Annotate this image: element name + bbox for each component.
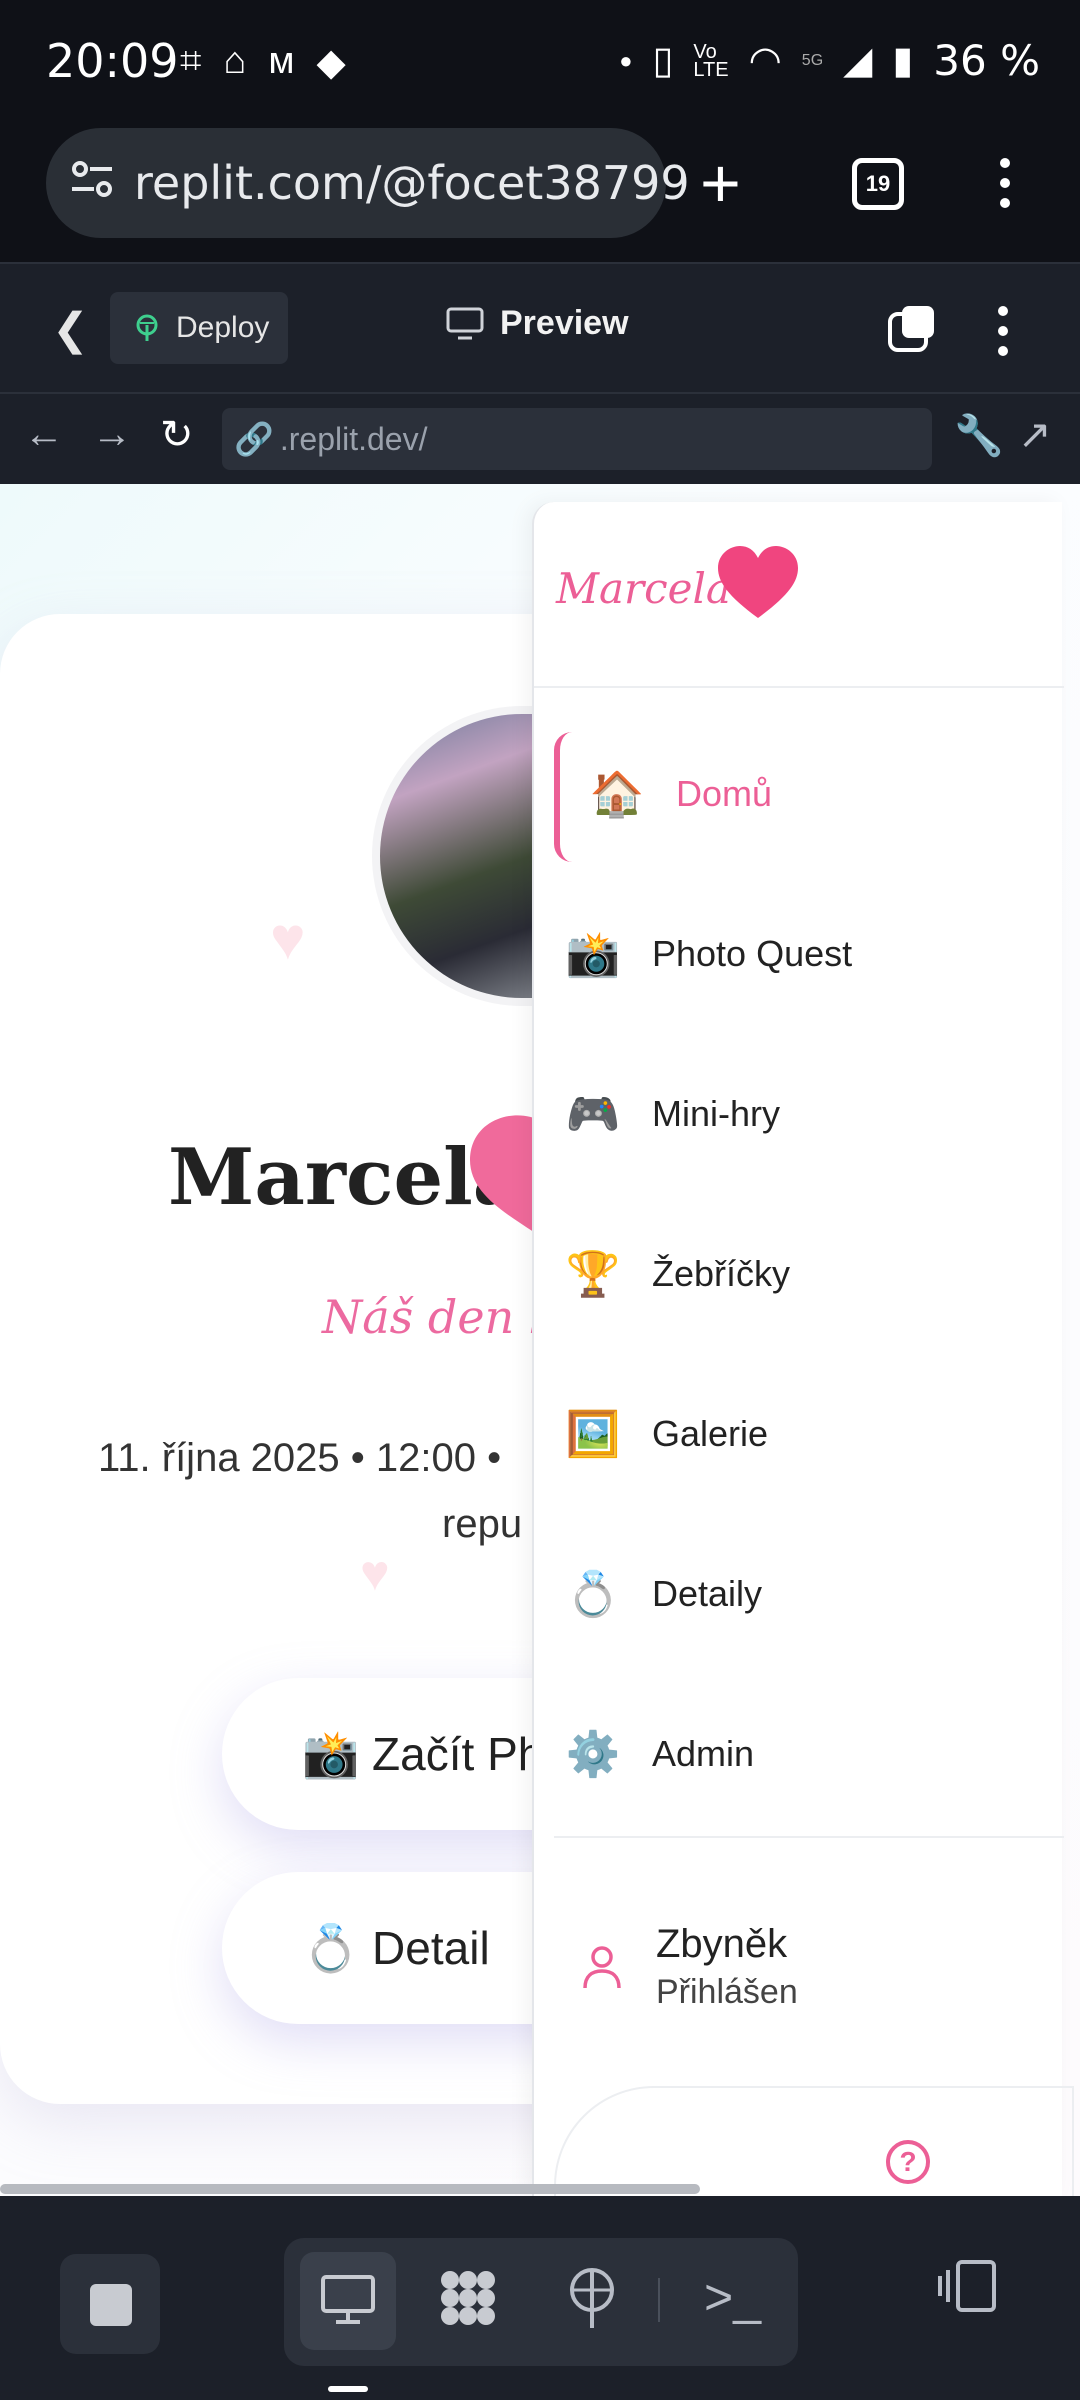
url-text: replit.com/@focet38799 [134, 156, 690, 210]
monitor-icon [321, 2275, 375, 2324]
wifi-icon: ◠ [748, 40, 782, 82]
menu-item-label: Žebříčky [652, 1253, 791, 1294]
tool-divider [658, 2278, 660, 2322]
framed-picture-icon: 🖼️ [565, 1410, 621, 1459]
menu-header: Marcela [534, 502, 1064, 688]
deploy-button[interactable]: Deploy [110, 292, 288, 364]
side-menu: Marcela 🏠 Domů 📸 Photo Quest 🎮 Mini-hry … [532, 502, 1074, 2196]
monitor-icon [446, 307, 484, 339]
menu-item-label: Detaily [652, 1573, 763, 1614]
user-icon [583, 1946, 621, 1989]
preview-tab[interactable]: Preview [446, 304, 629, 343]
shell-icon[interactable]: >_ [704, 2268, 761, 2326]
menu-item-label: Mini-hry [652, 1093, 781, 1134]
menu-item-label: Galerie [652, 1413, 769, 1454]
webview-nav-bar: ← → ↻ 🔗 .replit.dev/ 🔧 ↗ [0, 392, 1080, 484]
deploy-icon[interactable] [564, 2266, 620, 2342]
user-name: Zbyněk [656, 1922, 788, 1966]
network-type: 5G [801, 51, 824, 69]
site-settings-icon[interactable] [68, 155, 116, 211]
replit-bottom-dock: >_ [0, 2196, 1080, 2400]
menu-item-gallery[interactable]: 🖼️ Galerie [564, 1374, 1034, 1494]
panel-layout-icon[interactable] [938, 2258, 998, 2326]
help-icon[interactable]: ? [886, 2140, 930, 2184]
heart-icon [718, 546, 798, 618]
stop-button[interactable] [60, 2254, 160, 2354]
faded-heart-decoration: ♥ [360, 1545, 390, 1601]
reload-icon[interactable]: ↻ [160, 412, 194, 458]
horizontal-scrollbar[interactable] [0, 2184, 700, 2194]
ring-icon: 💍 [565, 1570, 621, 1619]
nav-back-icon[interactable]: ← [24, 412, 64, 457]
app-notification-icon: ◆ [316, 42, 346, 84]
status-bar: 20:09 ⌗ ⌂ ᴍ ◆ ● ▯ Vo LTE ◠ 5G ◢ ▮ 36 % [0, 0, 1080, 128]
browser-menu-icon[interactable] [1000, 158, 1010, 208]
menu-item-details[interactable]: 💍 Detaily [564, 1534, 1034, 1654]
desktop-preview-button[interactable] [300, 2252, 396, 2350]
battery-icon: ▮ [892, 40, 914, 82]
home-indicator[interactable] [328, 2386, 368, 2392]
nav-forward-icon[interactable]: → [92, 412, 132, 457]
gamepad-icon: 🎮 [565, 1090, 621, 1139]
webview-content: ♥ ♥ Marcela Náš den lás 11. října 2025 •… [0, 484, 1080, 2196]
layers-icon[interactable] [888, 304, 938, 354]
dot-icon: ● [619, 47, 633, 73]
active-indicator [554, 732, 572, 862]
notification-icons: ⌗ ⌂ ᴍ ◆ [180, 40, 346, 85]
link-icon: 🔗 [234, 421, 274, 457]
menu-item-admin[interactable]: ⚙️ Admin [564, 1694, 1034, 1814]
signal-icon: ◢ [843, 40, 873, 82]
replit-menu-icon[interactable] [998, 306, 1008, 356]
menu-item-label: Photo Quest [652, 933, 853, 974]
battery-percent: 36 % [933, 36, 1040, 85]
replit-toolbar: ❮ Deploy Preview [0, 262, 1080, 392]
deploy-icon [136, 314, 158, 341]
url-bar[interactable]: replit.com/@focet38799 [46, 128, 690, 238]
menu-item-mini-games[interactable]: 🎮 Mini-hry [564, 1054, 1034, 1174]
deploy-label: Deploy [176, 311, 270, 344]
house-icon: 🏠 [589, 770, 645, 819]
trophy-icon: 🏆 [565, 1250, 621, 1299]
devtools-wrench-icon[interactable]: 🔧 [954, 412, 1004, 459]
menu-item-photo-quest[interactable]: 📸 Photo Quest [564, 894, 1034, 1014]
webview-address-field[interactable]: 🔗 .replit.dev/ [222, 408, 932, 470]
new-tab-icon[interactable]: + [700, 138, 741, 228]
menu-item-home[interactable]: 🏠 Domů [588, 734, 1058, 854]
browser-toolbar: replit.com/@focet38799 + 19 [0, 128, 1080, 262]
vibrate-icon: ▯ [652, 40, 674, 82]
camera-flash-icon: 📸 [565, 930, 621, 979]
open-external-icon[interactable]: ↗ [1018, 412, 1052, 458]
gear-icon: ⚙️ [565, 1730, 621, 1779]
app-notification-icon: ⌂ [223, 40, 247, 82]
preview-label: Preview [500, 304, 629, 342]
menu-item-label: Admin [652, 1733, 755, 1774]
status-time: 20:09 [46, 34, 179, 88]
faded-heart-decoration: ♥ [270, 905, 306, 972]
app-notification-icon: ᴍ [268, 40, 295, 82]
system-icons: ● ▯ Vo LTE ◠ 5G ◢ ▮ 36 % [619, 36, 1040, 85]
user-profile[interactable]: Zbyněk Přihlášen [582, 1922, 798, 2012]
tab-switcher-button[interactable]: 19 [852, 158, 904, 210]
workspace-grid-icon[interactable] [436, 2266, 500, 2342]
webview-address-text: .replit.dev/ [279, 420, 428, 457]
stop-icon [90, 2284, 132, 2326]
menu-item-label: Domů [676, 773, 773, 814]
tool-switcher: >_ [284, 2238, 798, 2366]
app-notification-icon: ⌗ [180, 40, 202, 82]
event-date-line: 11. října 2025 • 12:00 • [98, 1436, 502, 1480]
menu-item-leaderboards[interactable]: 🏆 Žebříčky [564, 1214, 1034, 1334]
help-card[interactable] [554, 2086, 1074, 2196]
user-status: Přihlášen [656, 1973, 798, 2011]
event-location-line: repu [442, 1502, 523, 1546]
menu-brand: Marcela [556, 564, 731, 613]
back-chevron-icon[interactable]: ❮ [52, 304, 89, 355]
volte-icon: Vo LTE [693, 40, 729, 81]
menu-divider [554, 1836, 1064, 1838]
